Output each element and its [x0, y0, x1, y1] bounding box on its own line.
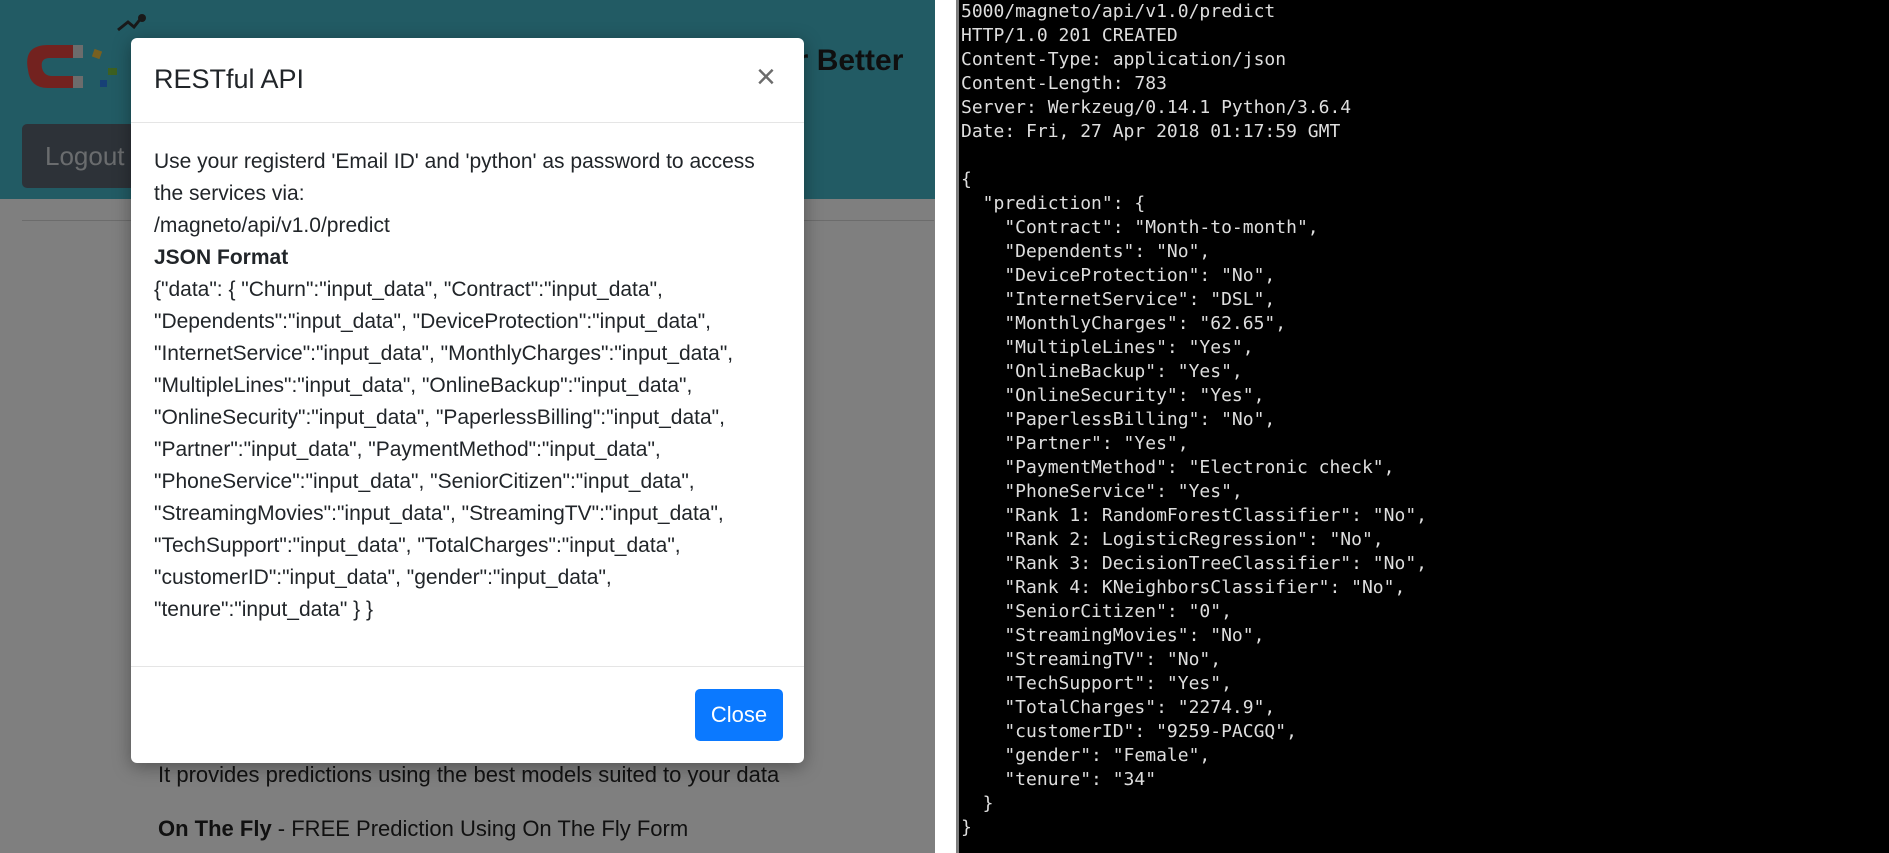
- modal-header: RESTful API ×: [131, 38, 804, 123]
- modal-body: Use your registerd 'Email ID' and 'pytho…: [154, 146, 784, 626]
- modal-footer: Close: [131, 666, 804, 763]
- api-endpoint: /magneto/api/v1.0/predict: [154, 214, 390, 237]
- restful-api-modal: RESTful API × Use your registerd 'Email …: [131, 38, 804, 763]
- modal-title: RESTful API: [154, 64, 305, 94]
- terminal-output: 5000/magneto/api/v1.0/predict HTTP/1.0 2…: [961, 1, 1427, 838]
- close-icon[interactable]: ×: [756, 60, 776, 94]
- json-format-text: {"data": { "Churn":"input_data", "Contra…: [154, 278, 734, 621]
- browser-pane: er Better Logout It provides predictions…: [0, 0, 935, 853]
- close-button[interactable]: Close: [695, 689, 783, 741]
- json-format-heading: JSON Format: [154, 246, 289, 269]
- instructions-text: Use your registerd 'Email ID' and 'pytho…: [154, 150, 755, 205]
- terminal-window[interactable]: 5000/magneto/api/v1.0/predict HTTP/1.0 2…: [959, 0, 1889, 853]
